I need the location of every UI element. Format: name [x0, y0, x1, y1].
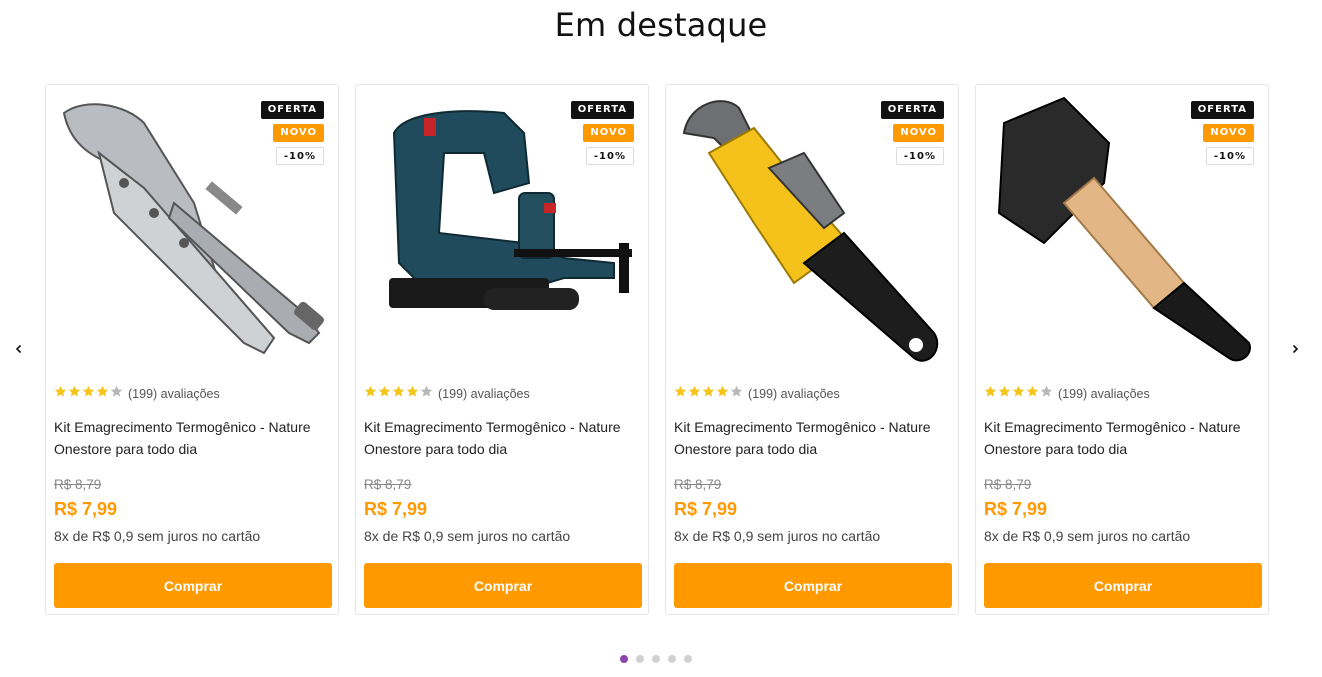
star-filled-icon — [1026, 385, 1039, 397]
pagination-dot[interactable] — [620, 655, 628, 663]
badge-oferta: OFERTA — [570, 101, 634, 119]
badge-oferta: OFERTA — [880, 101, 944, 119]
old-price: R$ 8,79 — [984, 477, 1032, 492]
pagination-dot[interactable] — [668, 655, 676, 663]
product-name[interactable]: Kit Emagrecimento Termogênico - Nature O… — [984, 416, 1264, 460]
star-filled-icon — [702, 385, 715, 397]
price: R$ 7,99 — [364, 499, 428, 519]
product-name[interactable]: Kit Emagrecimento Termogênico - Nature O… — [54, 416, 334, 460]
chevron-right-icon — [1292, 344, 1299, 354]
old-price: R$ 8,79 — [674, 477, 722, 492]
rating-stars — [54, 385, 124, 403]
rating-count: (199) avaliações — [1058, 387, 1150, 401]
carousel-next-button[interactable] — [1284, 338, 1306, 360]
pagination-dot[interactable] — [684, 655, 692, 663]
installments: 8x de R$ 0,9 sem juros no cartão — [54, 528, 261, 544]
star-filled-icon — [82, 385, 95, 397]
section-title: Em destaque — [554, 6, 768, 44]
rating-count: (199) avaliações — [438, 387, 530, 401]
pagination-dot[interactable] — [636, 655, 644, 663]
badge-discount: -10% — [1205, 147, 1254, 165]
product-name[interactable]: Kit Emagrecimento Termogênico - Nature O… — [674, 416, 954, 460]
installments: 8x de R$ 0,9 sem juros no cartão — [674, 528, 881, 544]
badge-oferta: OFERTA — [260, 101, 324, 119]
star-filled-icon — [96, 385, 109, 397]
price: R$ 7,99 — [674, 499, 738, 519]
star-filled-icon — [406, 385, 419, 397]
buy-button[interactable]: Comprar — [984, 563, 1262, 608]
star-filled-icon — [378, 385, 391, 397]
carousel-prev-button[interactable] — [8, 338, 30, 360]
star-empty-icon — [110, 385, 123, 397]
buy-button[interactable]: Comprar — [674, 563, 952, 608]
product-card[interactable]: OFERTA NOVO -10% (199) avaliações Kit Em… — [975, 84, 1269, 615]
star-filled-icon — [984, 385, 997, 397]
product-card[interactable]: OFERTA NOVO -10% (199) avaliações Kit Em… — [355, 84, 649, 615]
installments: 8x de R$ 0,9 sem juros no cartão — [364, 528, 571, 544]
chevron-left-icon — [15, 344, 22, 354]
price: R$ 7,99 — [54, 499, 118, 519]
star-filled-icon — [716, 385, 729, 397]
star-filled-icon — [392, 385, 405, 397]
rating: (199) avaliações — [364, 385, 530, 403]
badge-discount: -10% — [585, 147, 634, 165]
badge-oferta: OFERTA — [1190, 101, 1254, 119]
carousel-pagination — [620, 655, 692, 663]
rating-count: (199) avaliações — [128, 387, 220, 401]
badge-discount: -10% — [275, 147, 324, 165]
rating: (199) avaliações — [674, 385, 840, 403]
star-filled-icon — [1012, 385, 1025, 397]
star-empty-icon — [730, 385, 743, 397]
buy-button[interactable]: Comprar — [364, 563, 642, 608]
rating-stars — [984, 385, 1054, 403]
price: R$ 7,99 — [984, 499, 1048, 519]
badge-novo: NOVO — [893, 124, 944, 142]
star-filled-icon — [688, 385, 701, 397]
rating: (199) avaliações — [984, 385, 1150, 403]
rating: (199) avaliações — [54, 385, 220, 403]
star-filled-icon — [674, 385, 687, 397]
pagination-dot[interactable] — [652, 655, 660, 663]
old-price: R$ 8,79 — [364, 477, 412, 492]
product-card[interactable]: OFERTA NOVO -10% (199) avaliações Kit Em… — [665, 84, 959, 615]
star-filled-icon — [998, 385, 1011, 397]
product-name[interactable]: Kit Emagrecimento Termogênico - Nature O… — [364, 416, 644, 460]
installments: 8x de R$ 0,9 sem juros no cartão — [984, 528, 1191, 544]
badge-discount: -10% — [895, 147, 944, 165]
buy-button[interactable]: Comprar — [54, 563, 332, 608]
rating-stars — [674, 385, 744, 403]
badge-novo: NOVO — [583, 124, 634, 142]
star-empty-icon — [420, 385, 433, 397]
rating-count: (199) avaliações — [748, 387, 840, 401]
old-price: R$ 8,79 — [54, 477, 102, 492]
star-empty-icon — [1040, 385, 1053, 397]
product-card[interactable]: OFERTA NOVO -10% (199) avaliações Kit Em… — [45, 84, 339, 615]
star-filled-icon — [68, 385, 81, 397]
star-filled-icon — [364, 385, 377, 397]
badge-novo: NOVO — [273, 124, 324, 142]
badge-novo: NOVO — [1203, 124, 1254, 142]
rating-stars — [364, 385, 434, 403]
star-filled-icon — [54, 385, 67, 397]
